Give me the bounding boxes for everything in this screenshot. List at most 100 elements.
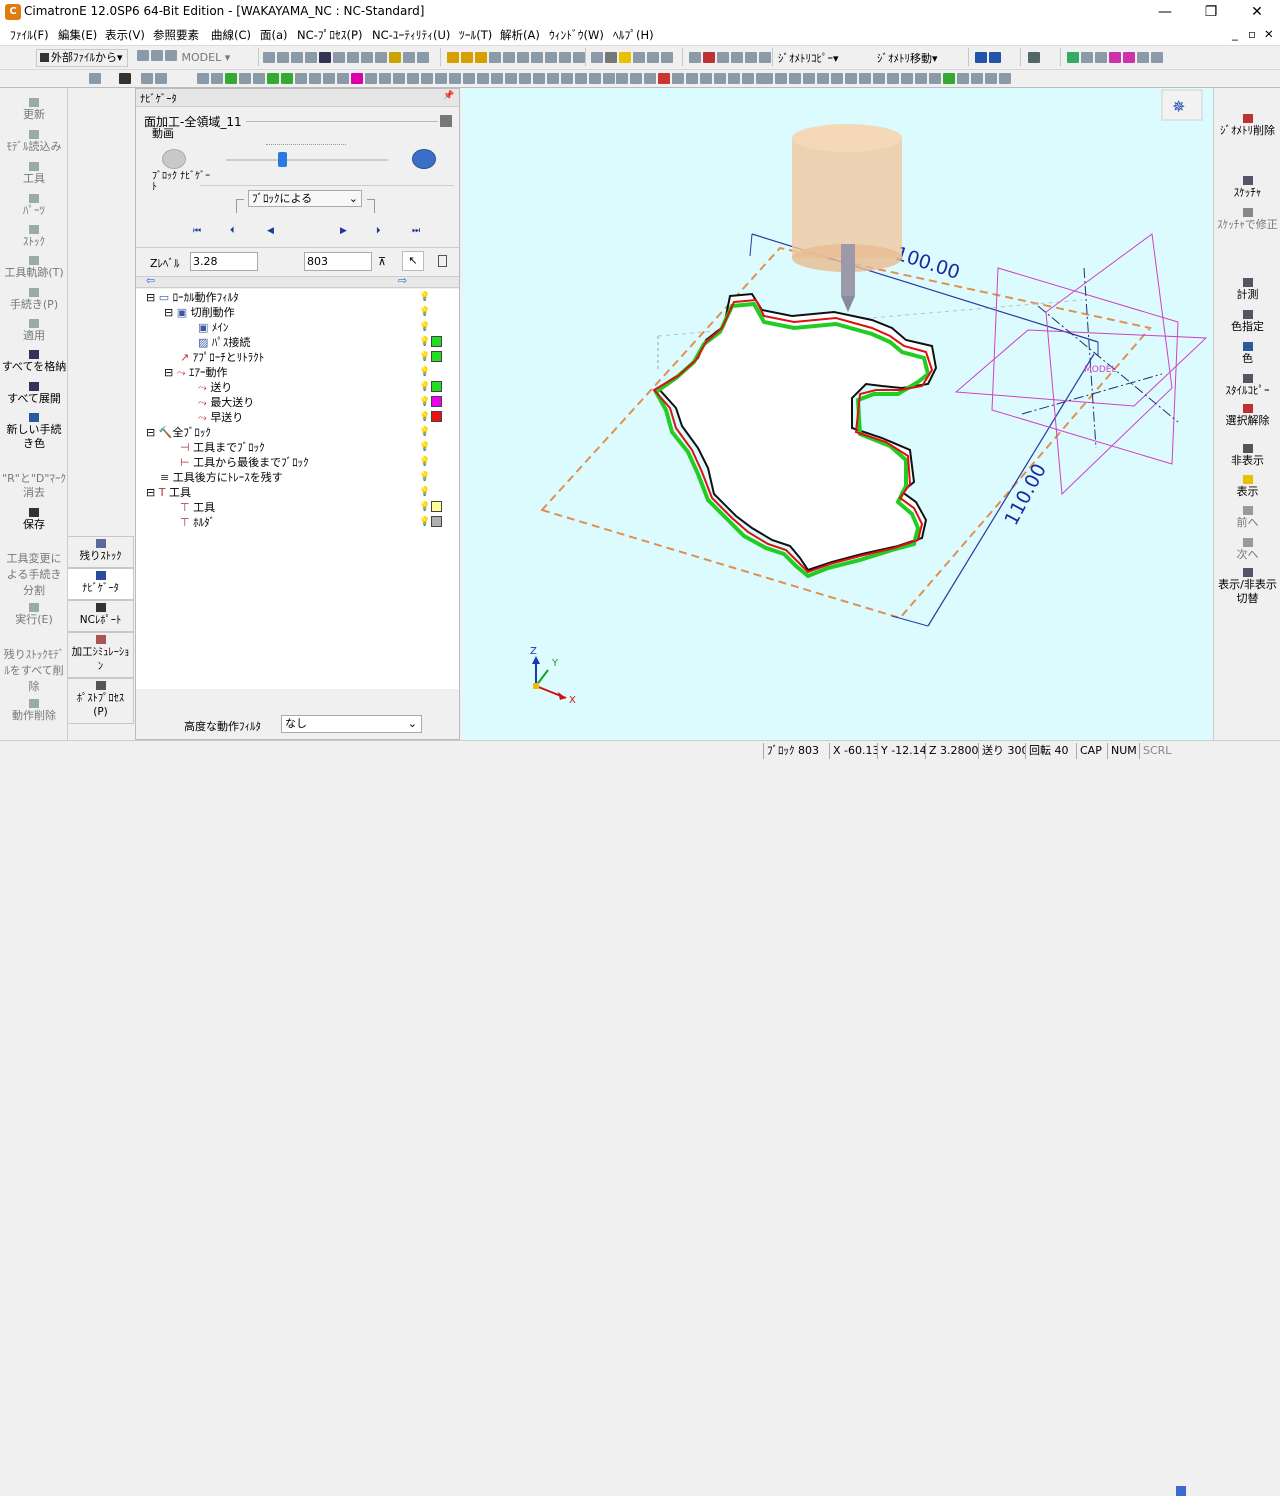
visibility-bulb-icon[interactable]: 💡	[419, 427, 430, 437]
deselect-button[interactable]: 選択解除	[1214, 404, 1280, 428]
visibility-bulb-icon[interactable]: 💡	[419, 502, 430, 512]
tree-node-all-blocks[interactable]: ⊟ 🔨全ﾌﾞﾛｯｸ	[146, 425, 211, 440]
tree-node-tool[interactable]: ⊤ 工具	[180, 500, 215, 515]
step-forward-button[interactable]: ▶	[340, 226, 347, 236]
delete-motion-button[interactable]: 動作削除	[0, 699, 68, 723]
close-button[interactable]: ✕	[1234, 0, 1280, 24]
visibility-bulb-icon[interactable]: 💡	[419, 412, 430, 422]
stock-button[interactable]: ｽﾄｯｸ	[0, 225, 68, 249]
slow-animation-icon[interactable]	[162, 149, 186, 169]
pick-cursor-icon[interactable]: ↖	[402, 251, 424, 271]
execute-button[interactable]: 実行(E)	[0, 603, 68, 627]
color-button[interactable]: 色	[1214, 342, 1280, 366]
color-swatch[interactable]	[431, 501, 442, 512]
visibility-bulb-icon[interactable]: 💡	[419, 352, 430, 362]
curve-tools-group[interactable]	[196, 73, 616, 87]
menu-reference[interactable]: 参照要素	[153, 27, 199, 43]
visibility-bulb-icon[interactable]: 💡	[419, 307, 430, 317]
visibility-bulb-icon[interactable]: 💡	[419, 337, 430, 347]
split-by-tool-change-button[interactable]: 工具変更による手続き分割	[0, 551, 68, 599]
delete-remaining-stock-button[interactable]: 残りｽﾄｯｸﾓﾃﾞﾙをすべて削除	[0, 647, 68, 695]
external-file-button[interactable]: 外部ﾌｧｲﾙから▾	[36, 49, 128, 67]
tree-node-rapid[interactable]: ⤳ 早送り	[198, 410, 243, 425]
panel-toggle-icon[interactable]	[88, 73, 102, 87]
tree-node-main[interactable]: ▣ ﾒｲﾝ	[198, 320, 228, 335]
z-level-input[interactable]	[190, 252, 258, 271]
last-block-button[interactable]: ⏭	[412, 226, 420, 236]
tree-node-local-filter[interactable]: ⊟ ▭ ﾛｰｶﾙ動作ﾌｨﾙﾀ	[146, 290, 239, 305]
new-procedure-color-button[interactable]: 新しい手続き色	[0, 413, 68, 451]
doc-restore-button[interactable]: ▫	[1248, 27, 1256, 41]
tab-navigator[interactable]: ﾅﾋﾞｹﾞｰﾀ	[68, 568, 134, 600]
menu-tools[interactable]: ﾂｰﾙ(T)	[459, 27, 492, 43]
scroll-left-arrow[interactable]: ⇦	[146, 274, 155, 287]
geometry-move-button[interactable]: ｼﾞｵﾒﾄﾘ移動▾	[877, 50, 938, 66]
pattern-tools-group[interactable]	[688, 52, 772, 66]
color-swatch[interactable]	[431, 516, 442, 527]
edit-with-sketcher-button[interactable]: ｽｹｯﾁｬで修正	[1214, 208, 1280, 232]
menu-file[interactable]: ﾌｧｲﾙ(F)	[10, 27, 49, 43]
block-mode-dropdown[interactable]: ﾌﾞﾛｯｸによる ⌄	[248, 190, 362, 207]
menu-view[interactable]: 表示(V)	[105, 27, 145, 43]
graphics-viewport[interactable]: 100.00 110.00 MODEL ✵ X Y Z	[462, 88, 1213, 740]
visibility-bulb-icon[interactable]: 💡	[419, 367, 430, 377]
tab-machining-simulation[interactable]: 加工ｼﾐｭﾚｰｼｮﾝ	[68, 632, 134, 678]
tree-node-max-feed[interactable]: ⤳ 最大送り	[198, 395, 254, 410]
color-swatch[interactable]	[431, 411, 442, 422]
apply-button[interactable]: 適用	[0, 319, 68, 343]
refresh-button[interactable]: 更新	[0, 98, 68, 122]
tree-node-blocks-from-tool[interactable]: ⊢ 工具から最後までﾌﾞﾛｯｸ	[180, 455, 309, 470]
tree-node-path-connect[interactable]: ▨ ﾊﾟｽ接続	[198, 335, 250, 350]
doc-minimize-button[interactable]: _	[1232, 27, 1238, 41]
show-hide-tools-group[interactable]	[590, 52, 674, 66]
expand-all-button[interactable]: すべて展開	[0, 382, 68, 406]
geometry-copy-button[interactable]: ｼﾞｵﾒﾄﾘｺﾋﾟｰ▾	[778, 50, 839, 66]
window-icon[interactable]	[118, 73, 132, 87]
tree-node-approach-retract[interactable]: ↗ ｱﾌﾟﾛｰﾁとﾘﾄﾗｸﾄ	[180, 350, 264, 365]
menu-help[interactable]: ﾍﾙﾌﾟ(H)	[613, 27, 654, 43]
tab-remaining-stock[interactable]: 残りｽﾄｯｸ	[68, 536, 134, 568]
visibility-bulb-icon[interactable]: 💡	[419, 517, 430, 527]
render-tools-group[interactable]	[1066, 52, 1164, 66]
visibility-bulb-icon[interactable]: 💡	[419, 457, 430, 467]
tree-node-cutting[interactable]: ⊟ ▣ 切削動作	[164, 305, 235, 320]
measure-tools-group[interactable]	[974, 52, 1002, 66]
doc-close-button[interactable]: ✕	[1264, 27, 1274, 41]
next-button[interactable]: 次へ	[1214, 538, 1280, 562]
tree-node-air-motion[interactable]: ⊟ ⤳ ｴｱｰ動作	[164, 365, 228, 380]
analysis-tools-group[interactable]	[615, 73, 769, 87]
first-block-button[interactable]: ⏮	[193, 226, 203, 236]
save-button[interactable]: 保存	[0, 508, 68, 532]
visibility-bulb-icon[interactable]: 💡	[419, 397, 430, 407]
visibility-bulb-icon[interactable]: 💡	[419, 442, 430, 452]
show-button[interactable]: 表示	[1214, 475, 1280, 499]
parts-button[interactable]: ﾊﾟｰﾂ	[0, 194, 68, 218]
delete-geometry-button[interactable]: ｼﾞｵﾒﾄﾘ削除	[1214, 114, 1280, 138]
color-swatch[interactable]	[431, 381, 442, 392]
menu-analysis[interactable]: 解析(A)	[500, 27, 540, 43]
previous-button[interactable]: 前へ	[1214, 506, 1280, 530]
zoom-fit-icon[interactable]: ⊼	[378, 255, 386, 268]
tab-nc-report[interactable]: NCﾚﾎﾟｰﾄ	[68, 600, 134, 632]
tab-post-process[interactable]: ﾎﾟｽﾄﾌﾟﾛｾｽ(P)	[68, 678, 134, 724]
toggle-visibility-button[interactable]: 表示/非表示切替	[1214, 568, 1280, 606]
restore-button[interactable]: ❐	[1188, 0, 1234, 24]
procedure-button[interactable]: 手続き(P)	[0, 288, 68, 312]
settings-icon[interactable]	[440, 115, 452, 127]
tree-node-holder[interactable]: ⊤ ﾎﾙﾀﾞ	[180, 515, 215, 530]
tree-node-feed[interactable]: ⤳ 送り	[198, 380, 232, 395]
menu-window[interactable]: ｳｨﾝﾄﾞｳ(W)	[549, 27, 604, 43]
visibility-bulb-icon[interactable]: 💡	[419, 382, 430, 392]
visibility-bulb-icon[interactable]: 💡	[419, 472, 430, 482]
speed-slider-track[interactable]	[226, 159, 388, 161]
style-copy-button[interactable]: ｽﾀｲﾙｺﾋﾟｰ	[1214, 374, 1280, 398]
menu-surface[interactable]: 面(a)	[260, 27, 288, 43]
prev-block-button[interactable]: ⏴	[230, 226, 235, 236]
menu-edit[interactable]: 編集(E)	[58, 27, 97, 43]
menu-nc-utility[interactable]: NC-ﾕｰﾃｨﾘﾃｨ(U)	[372, 27, 450, 43]
tool-button[interactable]: 工具	[0, 162, 68, 186]
next-block-button[interactable]: ⏵	[376, 226, 381, 236]
render-icon[interactable]	[1027, 52, 1041, 66]
visibility-bulb-icon[interactable]: 💡	[419, 292, 430, 302]
menu-curve[interactable]: 曲線(C)	[211, 27, 251, 43]
